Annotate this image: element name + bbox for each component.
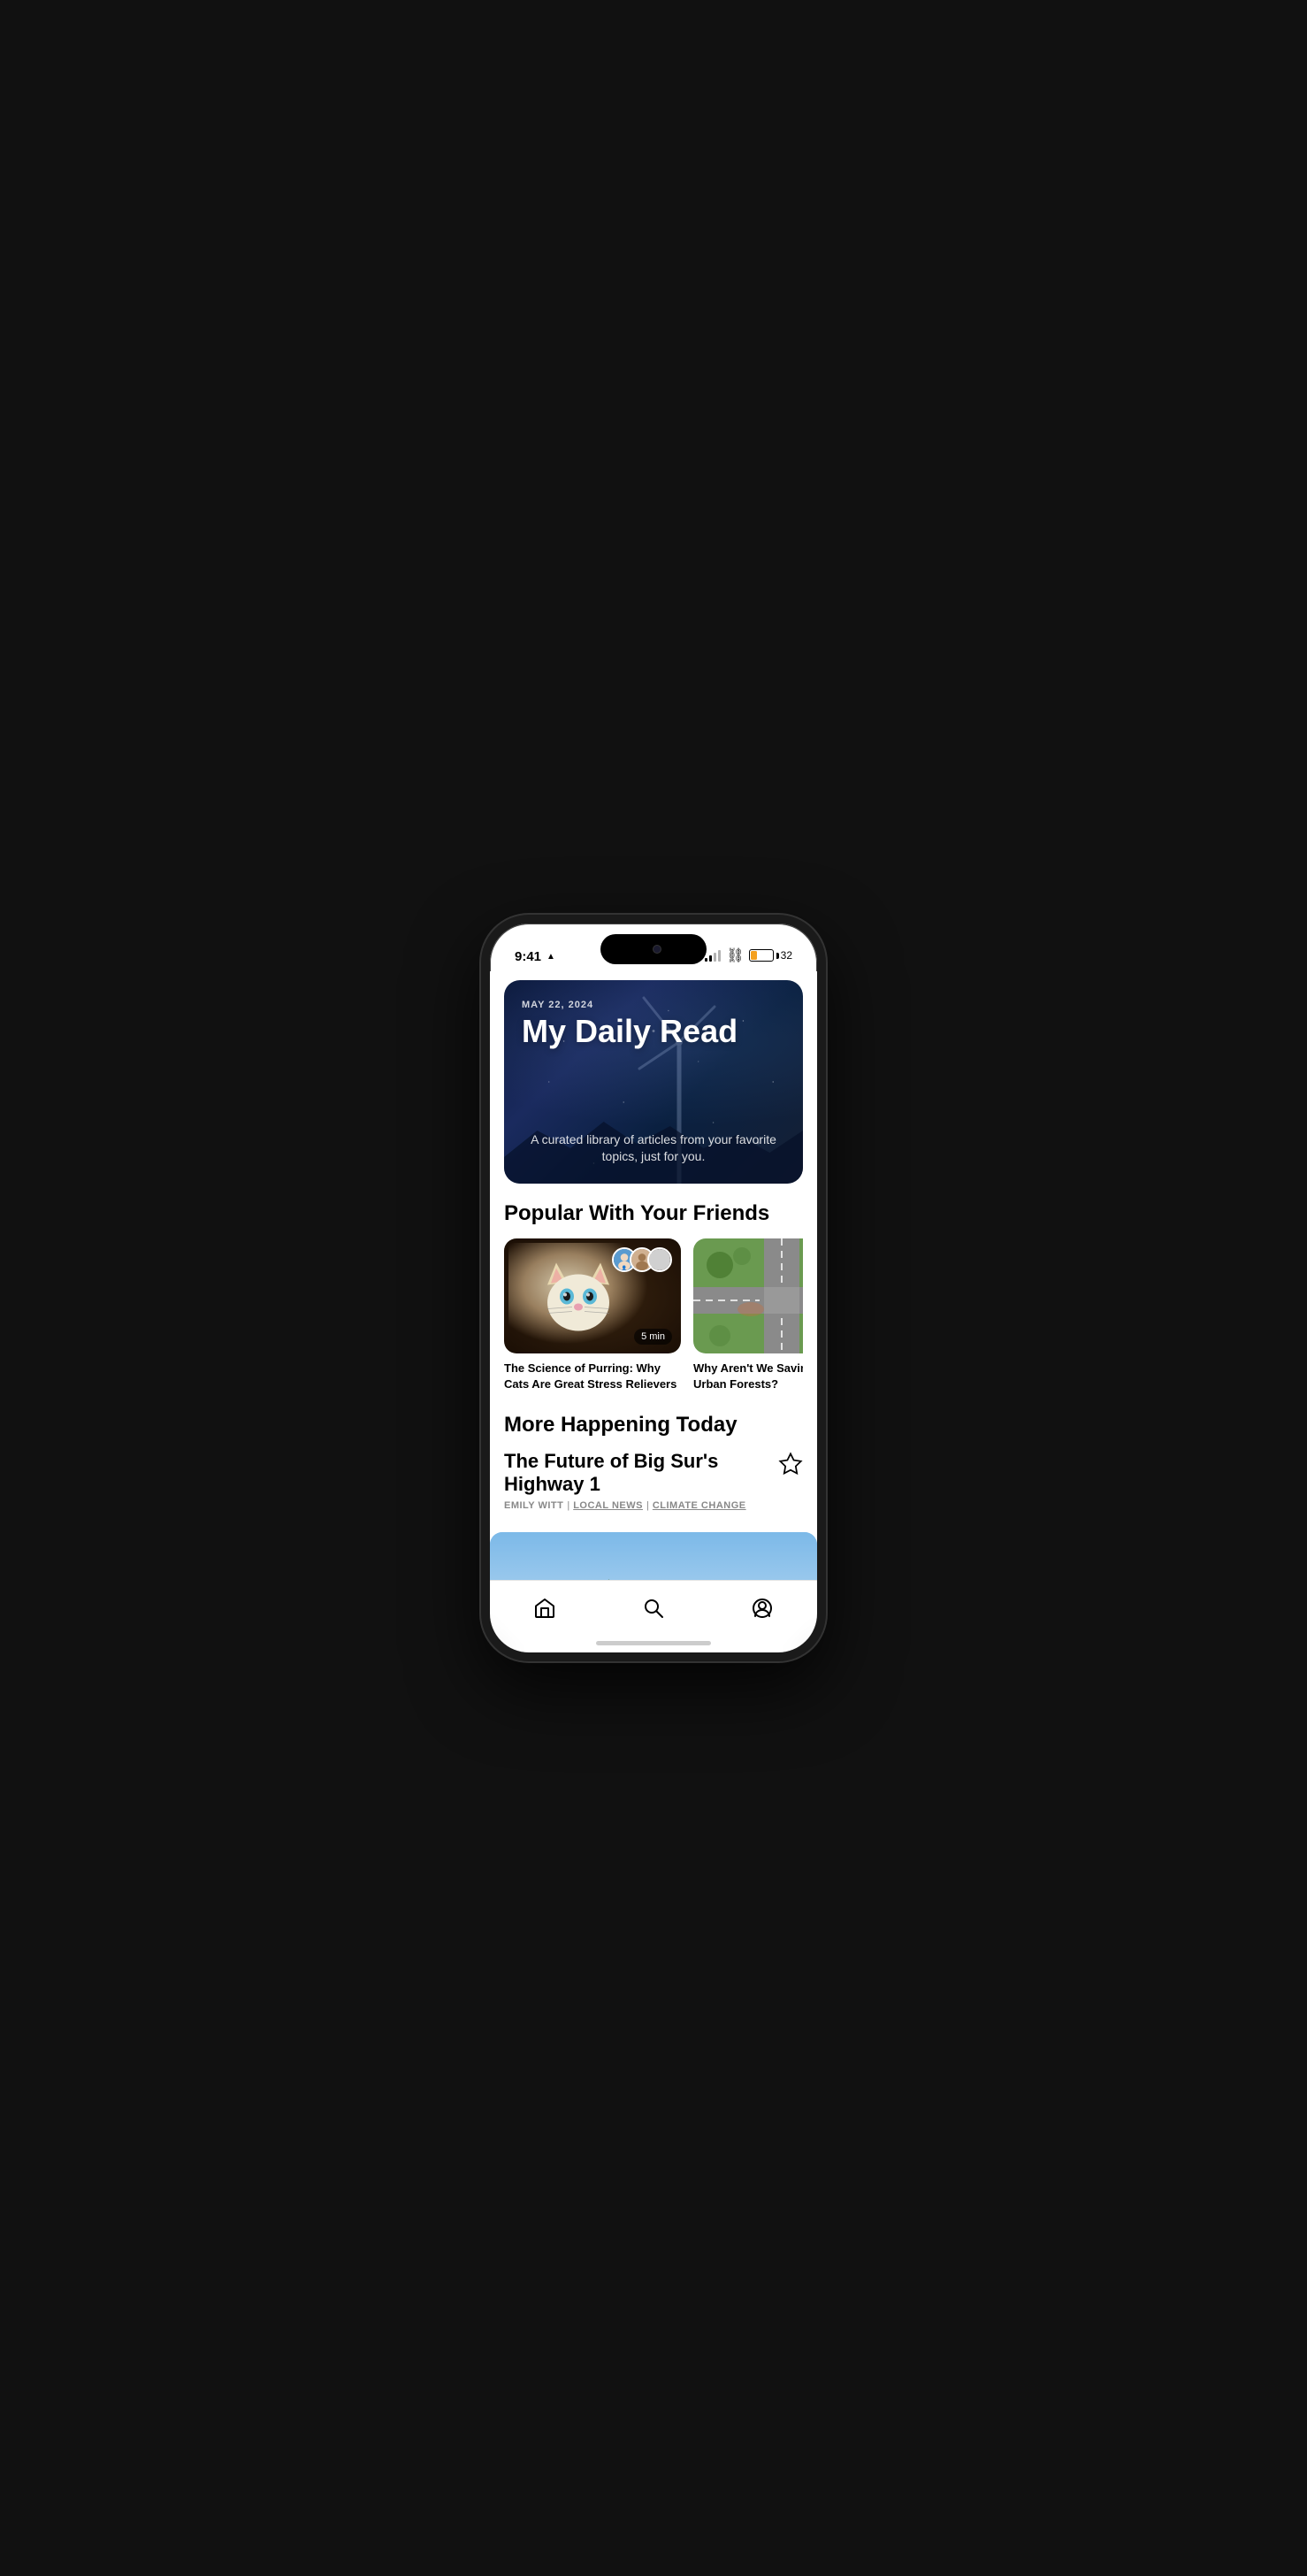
signal-bars bbox=[705, 949, 721, 962]
meta-separator-1: | bbox=[567, 1500, 569, 1511]
dynamic-island bbox=[600, 934, 707, 964]
featured-article-header: The Future of Big Sur's Highway 1 bbox=[504, 1450, 803, 1497]
read-time-badge-cat: 5 min bbox=[634, 1329, 672, 1345]
more-section: More Happening Today The Future of Big S… bbox=[490, 1395, 817, 1532]
road-bg bbox=[693, 1238, 803, 1353]
friends-scroll[interactable]: 👤 bbox=[504, 1238, 803, 1395]
link-icon: ⛓ bbox=[726, 947, 743, 964]
featured-article-title: The Future of Big Sur's Highway 1 bbox=[504, 1450, 768, 1497]
svg-text:👤: 👤 bbox=[622, 1265, 627, 1271]
bookmark-star-icon[interactable] bbox=[778, 1452, 803, 1476]
avatar-img-3 bbox=[649, 1249, 670, 1270]
signal-bar-4 bbox=[718, 950, 721, 962]
article-card-cat[interactable]: 👤 bbox=[504, 1238, 681, 1392]
bigsur-svg bbox=[490, 1532, 817, 1580]
hero-content: MAY 22, 2024 My Daily Read A curated lib… bbox=[504, 980, 803, 1184]
nav-item-home[interactable] bbox=[490, 1596, 599, 1621]
avatar-group-cat: 👤 bbox=[612, 1247, 672, 1272]
hero-banner[interactable]: MAY 22, 2024 My Daily Read A curated lib… bbox=[504, 980, 803, 1184]
article-tag-climate-change[interactable]: CLIMATE CHANGE bbox=[653, 1500, 746, 1511]
article-title-cat[interactable]: The Science of Purring: Why Cats Are Gre… bbox=[504, 1361, 681, 1392]
status-time: 9:41 ▲ bbox=[515, 949, 555, 964]
bigsur-image bbox=[490, 1532, 817, 1580]
article-card-forest[interactable]: 7 min Why Aren't We Saving the Urban For… bbox=[693, 1238, 803, 1392]
camera-dot bbox=[653, 945, 661, 954]
nav-item-search[interactable] bbox=[599, 1596, 707, 1621]
location-icon: ▲ bbox=[546, 952, 555, 962]
meta-separator-2: | bbox=[646, 1500, 649, 1511]
battery-body bbox=[749, 949, 774, 962]
battery-tip bbox=[776, 953, 779, 959]
friends-section: Popular With Your Friends bbox=[490, 1184, 817, 1395]
search-icon bbox=[641, 1596, 666, 1621]
article-title-forest[interactable]: Why Aren't We Saving the Urban Forests? bbox=[693, 1361, 803, 1392]
hero-title: My Daily Read bbox=[522, 1014, 785, 1049]
cat-svg bbox=[539, 1254, 618, 1338]
time-display: 9:41 bbox=[515, 949, 541, 964]
article-meta-featured: EMILY WITT | LOCAL NEWS | CLIMATE CHANGE bbox=[504, 1500, 803, 1511]
phone-frame: 9:41 ▲ ⛓ 32 bbox=[481, 915, 826, 1661]
nav-item-profile[interactable] bbox=[708, 1596, 817, 1621]
avatar-3 bbox=[647, 1247, 672, 1272]
signal-bar-3 bbox=[714, 953, 716, 962]
hero-date: MAY 22, 2024 bbox=[522, 1000, 785, 1010]
hero-subtitle: A curated library of articles from your … bbox=[522, 1131, 785, 1166]
battery-fill bbox=[751, 951, 757, 960]
friends-section-title: Popular With Your Friends bbox=[504, 1201, 803, 1226]
status-icons: ⛓ 32 bbox=[705, 947, 792, 964]
scroll-container[interactable]: MAY 22, 2024 My Daily Read A curated lib… bbox=[490, 971, 817, 1580]
battery-percent: 32 bbox=[781, 949, 792, 962]
signal-bar-2 bbox=[709, 955, 712, 962]
signal-bar-1 bbox=[705, 958, 707, 962]
aerial-road-svg bbox=[693, 1238, 803, 1353]
more-section-title: More Happening Today bbox=[504, 1413, 803, 1438]
article-author: EMILY WITT bbox=[504, 1500, 563, 1511]
profile-icon bbox=[750, 1596, 775, 1621]
home-icon bbox=[532, 1596, 557, 1621]
article-tag-local-news[interactable]: LOCAL NEWS bbox=[573, 1500, 643, 1511]
home-indicator bbox=[596, 1641, 711, 1645]
article-card-image-forest: 7 min bbox=[693, 1238, 803, 1353]
battery-icon: 32 bbox=[749, 949, 792, 962]
featured-article[interactable]: The Future of Big Sur's Highway 1 EMILY … bbox=[504, 1450, 803, 1511]
article-card-image-cat: 👤 bbox=[504, 1238, 681, 1353]
